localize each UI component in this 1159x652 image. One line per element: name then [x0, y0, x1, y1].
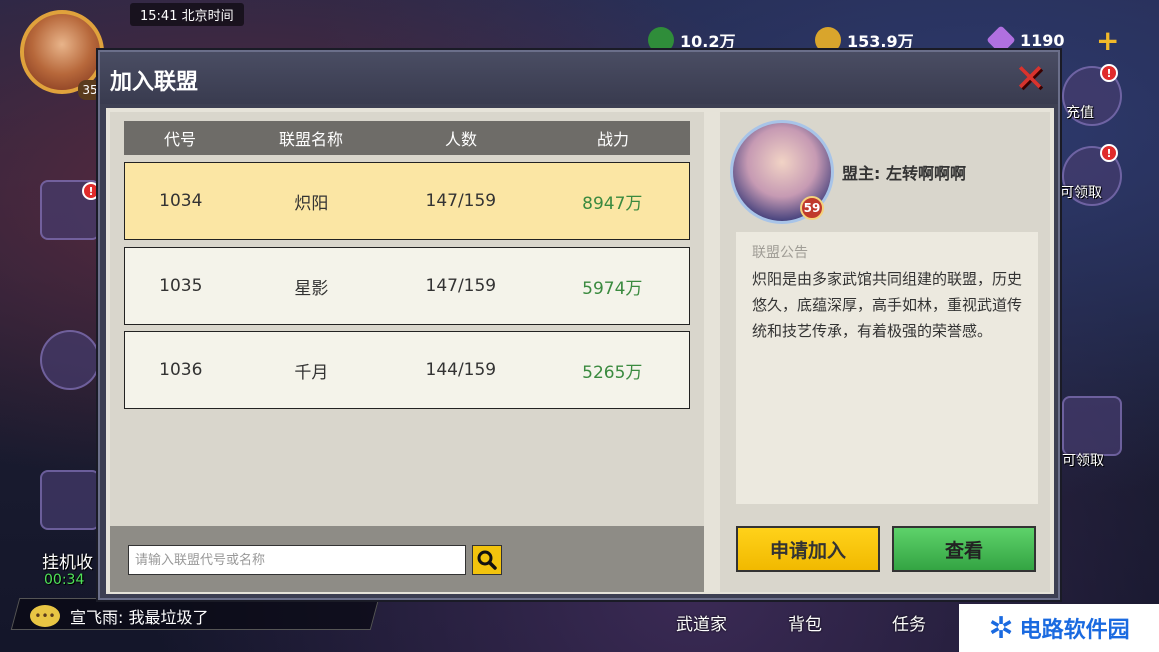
left-side-button-idle[interactable]	[40, 470, 100, 530]
header-id: 代号	[163, 130, 196, 149]
join-alliance-dialog: 加入联盟 ✕ 代号 联盟名称 人数 战力 1034 炽阳 147/159 894…	[98, 50, 1060, 600]
notice-text: 炽阳是由多家武馆共同组建的联盟，历史悠久，底蕴深厚，高手如林，重视武道传统和技艺…	[752, 270, 1023, 340]
idle-timer: 00:34	[44, 572, 85, 588]
chat-message[interactable]: ••• 宣飞雨: 我最垃圾了	[30, 604, 208, 628]
cell-power: 8947万	[582, 193, 643, 214]
gold-value: 153.9万	[847, 32, 914, 51]
cell-members: 144/159	[425, 360, 497, 380]
cell-id: 1036	[159, 360, 203, 380]
recharge-label: 充值	[1066, 105, 1094, 121]
cell-power: 5265万	[582, 362, 643, 383]
dialog-header: 加入联盟 ✕	[100, 52, 1058, 104]
nav-tasks[interactable]: 任务	[892, 610, 926, 635]
alliance-detail-panel: 59 盟主: 左转啊啊啊 联盟公告 炽阳是由多家武馆共同组建的联盟，历史悠久，底…	[720, 112, 1050, 592]
chat-text: 宣飞雨: 我最垃圾了	[70, 608, 209, 627]
watermark: ✲ 电路软件园	[959, 604, 1159, 652]
cell-id: 1035	[159, 276, 203, 296]
claim-button-2[interactable]	[1062, 396, 1122, 456]
close-button[interactable]: ✕	[1010, 59, 1050, 97]
jade-resource: 10.2万	[648, 27, 736, 53]
dialog-title: 加入联盟	[110, 70, 199, 95]
notification-dot: !	[1100, 144, 1118, 162]
left-side-button-fist[interactable]	[40, 330, 100, 390]
claim-label-1: 可领取	[1060, 185, 1102, 201]
leader-name: 盟主: 左转啊啊啊	[842, 164, 966, 183]
search-input[interactable]	[128, 545, 466, 575]
watermark-text: 电路软件园	[1019, 618, 1130, 643]
header-members: 人数	[444, 130, 477, 149]
snowflake-icon: ✲	[988, 610, 1014, 646]
header-power: 战力	[596, 130, 629, 149]
table-header: 代号 联盟名称 人数 战力	[124, 121, 690, 155]
table-row[interactable]: 1034 炽阳 147/159 8947万	[124, 162, 690, 240]
cell-name: 星影	[294, 278, 329, 299]
search-icon	[477, 550, 497, 570]
add-currency-button[interactable]: +	[1096, 24, 1119, 57]
cell-members: 147/159	[425, 276, 497, 296]
alliance-list-panel: 代号 联盟名称 人数 战力 1034 炽阳 147/159 8947万 1035…	[110, 112, 704, 592]
cell-name: 炽阳	[294, 193, 329, 214]
cell-members: 147/159	[425, 191, 497, 211]
table-row[interactable]: 1035 星影 147/159 5974万	[124, 247, 690, 325]
search-button[interactable]	[472, 545, 502, 575]
idle-label: 挂机收	[42, 553, 93, 573]
diamond-resource: 1190	[986, 25, 1065, 55]
table-row[interactable]: 1036 千月 144/159 5265万	[124, 331, 690, 409]
apply-join-button[interactable]: 申请加入	[736, 526, 880, 572]
gold-resource: 153.9万	[815, 27, 914, 53]
cell-power: 5974万	[582, 278, 643, 299]
notice-box: 联盟公告 炽阳是由多家武馆共同组建的联盟，历史悠久，底蕴深厚，高手如林，重视武道…	[736, 232, 1038, 504]
notification-dot: !	[1100, 64, 1118, 82]
cell-id: 1034	[159, 191, 203, 211]
chat-bubble-icon: •••	[30, 605, 60, 627]
cell-name: 千月	[294, 362, 329, 383]
search-bar	[110, 526, 704, 592]
nav-backpack[interactable]: 背包	[788, 610, 822, 635]
diamond-value: 1190	[1020, 30, 1065, 50]
view-button[interactable]: 查看	[892, 526, 1036, 572]
clock: 15:41 北京时间	[130, 3, 244, 26]
dialog-body: 代号 联盟名称 人数 战力 1034 炽阳 147/159 8947万 1035…	[106, 108, 1054, 594]
notice-title: 联盟公告	[752, 245, 808, 261]
jade-value: 10.2万	[680, 32, 736, 51]
header-name: 联盟名称	[278, 130, 343, 149]
nav-martial-artist[interactable]: 武道家	[676, 610, 727, 635]
claim-label-2: 可领取	[1062, 453, 1104, 469]
leader-level-badge: 59	[800, 196, 824, 220]
